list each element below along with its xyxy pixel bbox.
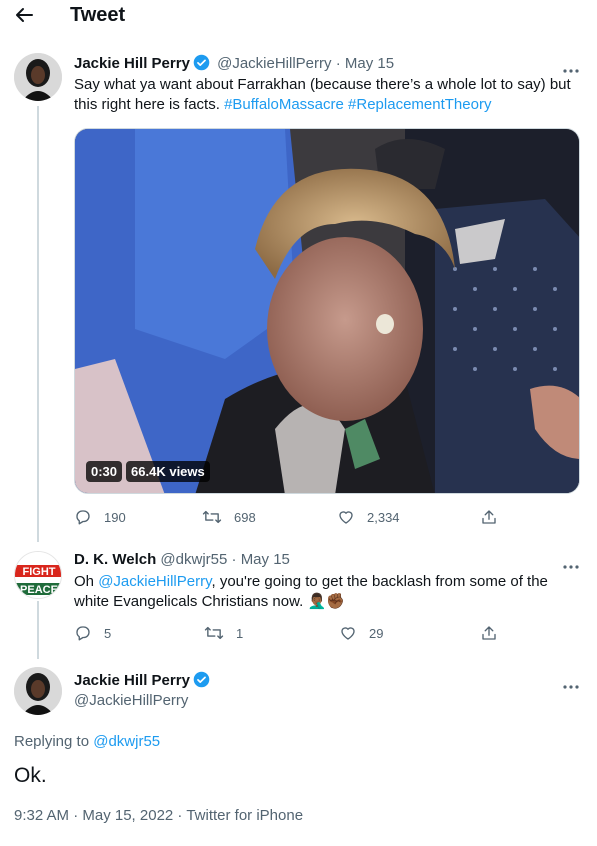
replying-label: Replying to [14, 733, 94, 750]
separator: · [335, 55, 341, 72]
author-handle[interactable]: @JackieHillPerry [217, 55, 331, 72]
verified-badge-icon [193, 54, 210, 75]
avatar-text-top: FIGHT [23, 566, 56, 578]
tweet-header: Jackie Hill Perry [74, 671, 213, 692]
author-name[interactable]: D. K. Welch [74, 551, 156, 568]
hashtag-link[interactable]: #BuffaloMassacre [224, 96, 344, 113]
retweet-icon [204, 626, 224, 640]
tweet-actions: 5 1 29 [74, 624, 514, 644]
back-arrow-icon[interactable] [12, 4, 36, 26]
retweet-icon [202, 510, 222, 524]
retweet-button[interactable]: 1 [204, 624, 243, 642]
hashtag-link[interactable]: #ReplacementTheory [348, 96, 491, 113]
tweet-text-body: Oh [74, 573, 99, 590]
replying-to: Replying to @dkwjr55 [14, 733, 160, 750]
separator: · [231, 551, 237, 568]
thread-line [37, 106, 39, 542]
tweet-actions: 190 698 2,334 [74, 508, 514, 528]
author-name[interactable]: Jackie Hill Perry [74, 672, 190, 689]
tweet-meta: 9:32 AM · May 15, 2022 · Twitter for iPh… [14, 807, 304, 824]
reply-icon [76, 626, 90, 641]
emoji: 🤦🏾‍♂️✊🏾 [307, 593, 345, 610]
reply-count: 5 [104, 625, 112, 641]
heart-icon [339, 511, 353, 524]
tweet-date[interactable]: May 15 [241, 551, 290, 568]
tweet-header: Jackie Hill Perry @JackieHillPerry · May… [74, 54, 394, 75]
thread-line [37, 601, 39, 659]
page-header: Tweet [0, 0, 597, 32]
like-count: 2,334 [367, 509, 400, 525]
video-frame [75, 129, 579, 493]
author-handle[interactable]: @dkwjr55 [160, 551, 227, 568]
heart-icon [341, 627, 355, 640]
video-views: 66.4K views [126, 461, 210, 482]
focused-tweet-text: Ok. [14, 764, 47, 787]
reply-count: 190 [104, 509, 126, 525]
verified-badge-icon [193, 671, 210, 692]
share-button[interactable] [480, 624, 498, 642]
video-duration: 0:30 [86, 461, 123, 482]
more-options-icon[interactable] [561, 61, 581, 73]
more-options-icon[interactable] [561, 557, 581, 569]
mention-link[interactable]: @JackieHillPerry [98, 573, 211, 590]
like-count: 29 [369, 625, 384, 641]
author-handle[interactable]: @JackieHillPerry [74, 692, 188, 709]
avatar-text-bottom: PEACE [20, 584, 58, 596]
replying-handle-link[interactable]: @dkwjr55 [93, 733, 160, 750]
avatar[interactable] [14, 53, 62, 101]
tweet-text: Oh @JackieHillPerry, you're going to get… [74, 572, 564, 612]
retweet-count: 698 [234, 509, 256, 525]
like-button[interactable]: 29 [339, 624, 383, 642]
like-button[interactable]: 2,334 [337, 508, 400, 526]
author-name[interactable]: Jackie Hill Perry [74, 55, 190, 72]
tweet-text: Say what ya want about Farrakhan (becaus… [74, 75, 574, 115]
page-title: Tweet [70, 4, 126, 26]
reply-button[interactable]: 5 [74, 624, 111, 642]
reply-icon [76, 510, 90, 525]
media-badges: 0:30 66.4K views [86, 461, 210, 482]
tweet-header: D. K. Welch @dkwjr55 · May 15 [74, 551, 290, 568]
retweet-button[interactable]: 698 [202, 508, 256, 526]
avatar[interactable]: FIGHT PEACE [14, 551, 62, 599]
video-player[interactable] [74, 128, 580, 494]
tweet-date[interactable]: May 15 [345, 55, 394, 72]
share-icon [482, 510, 496, 524]
share-icon [482, 626, 496, 640]
retweet-count: 1 [236, 625, 244, 641]
avatar[interactable] [14, 667, 62, 715]
share-button[interactable] [480, 508, 498, 526]
more-options-icon[interactable] [561, 677, 581, 689]
author-handle-line: @JackieHillPerry [74, 692, 188, 709]
reply-button[interactable]: 190 [74, 508, 126, 526]
